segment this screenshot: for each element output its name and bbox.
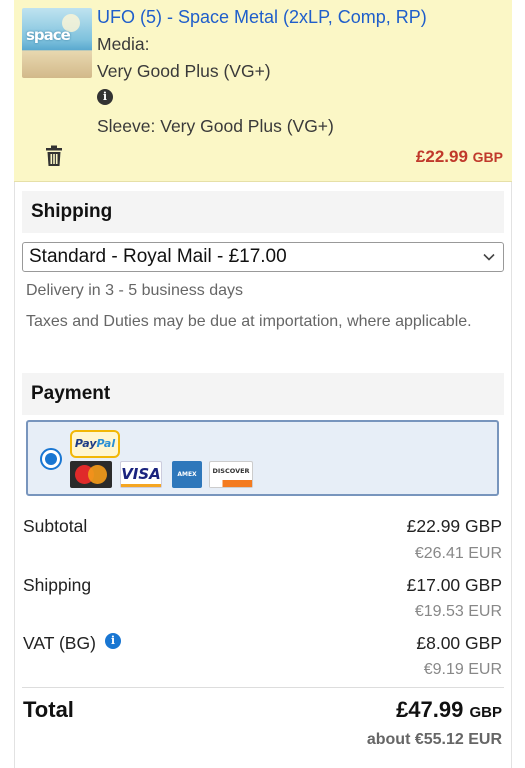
subtotal-label: Subtotal <box>23 516 88 536</box>
subtotal-gbp: £22.99 GBP <box>406 516 502 536</box>
item-price-amount: £22.99 <box>415 147 468 166</box>
info-icon[interactable]: i <box>97 89 113 105</box>
info-icon[interactable]: i <box>105 633 121 649</box>
shipping-heading: Shipping <box>31 201 113 222</box>
item-price-currency: GBP <box>472 149 503 165</box>
shipping-cost-eur: €19.53 EUR <box>414 603 502 620</box>
total-gbp: £47.99 GBP <box>396 697 502 723</box>
media-condition: Very Good Plus (VG+) <box>97 61 271 81</box>
total-currency: GBP <box>469 704 502 721</box>
visa-logo: VISA <box>120 461 162 488</box>
total-label: Total <box>23 697 74 722</box>
album-thumbnail[interactable]: space <box>22 8 92 78</box>
total-amount: £47.99 <box>396 697 464 722</box>
shipping-cost-label: Shipping <box>23 575 92 595</box>
thumbnail-text: space <box>26 26 71 44</box>
vat-eur: €9.19 EUR <box>423 661 502 678</box>
amex-logo: AMEX <box>172 461 202 488</box>
item-title-link[interactable]: UFO (5) - Space Metal (2xLP, Comp, RP) <box>97 7 427 28</box>
vat-label: VAT (BG) <box>23 633 96 653</box>
chevron-down-icon <box>483 253 495 261</box>
summary-divider <box>22 687 504 688</box>
shipping-header: Shipping <box>22 191 504 233</box>
discover-logo: DISCOVER <box>209 461 253 488</box>
shipping-method-select[interactable]: Standard - Royal Mail - £17.00 <box>22 242 504 272</box>
paypal-payment-option[interactable]: PayPal VISA AMEX DISCOVER <box>26 420 499 496</box>
paypal-logo: PayPal <box>70 430 120 458</box>
taxes-note: Taxes and Duties may be due at importati… <box>26 313 472 330</box>
payment-header: Payment <box>22 373 504 415</box>
media-label: Media: <box>97 34 150 54</box>
payment-heading: Payment <box>31 383 111 404</box>
mastercard-logo <box>70 461 112 488</box>
radio-selected-icon[interactable] <box>40 448 62 470</box>
delivery-estimate: Delivery in 3 - 5 business days <box>26 282 243 299</box>
shipping-cost-gbp: £17.00 GBP <box>406 575 502 595</box>
total-eur: about €55.12 EUR <box>366 731 502 748</box>
trash-icon[interactable] <box>44 145 64 167</box>
subtotal-eur: €26.41 EUR <box>414 545 502 562</box>
sleeve-condition: Sleeve: Very Good Plus (VG+) <box>97 116 334 136</box>
item-price: £22.99 GBP <box>416 147 503 167</box>
shipping-method-value: Standard - Royal Mail - £17.00 <box>29 246 287 267</box>
vat-gbp: £8.00 GBP <box>416 633 502 653</box>
